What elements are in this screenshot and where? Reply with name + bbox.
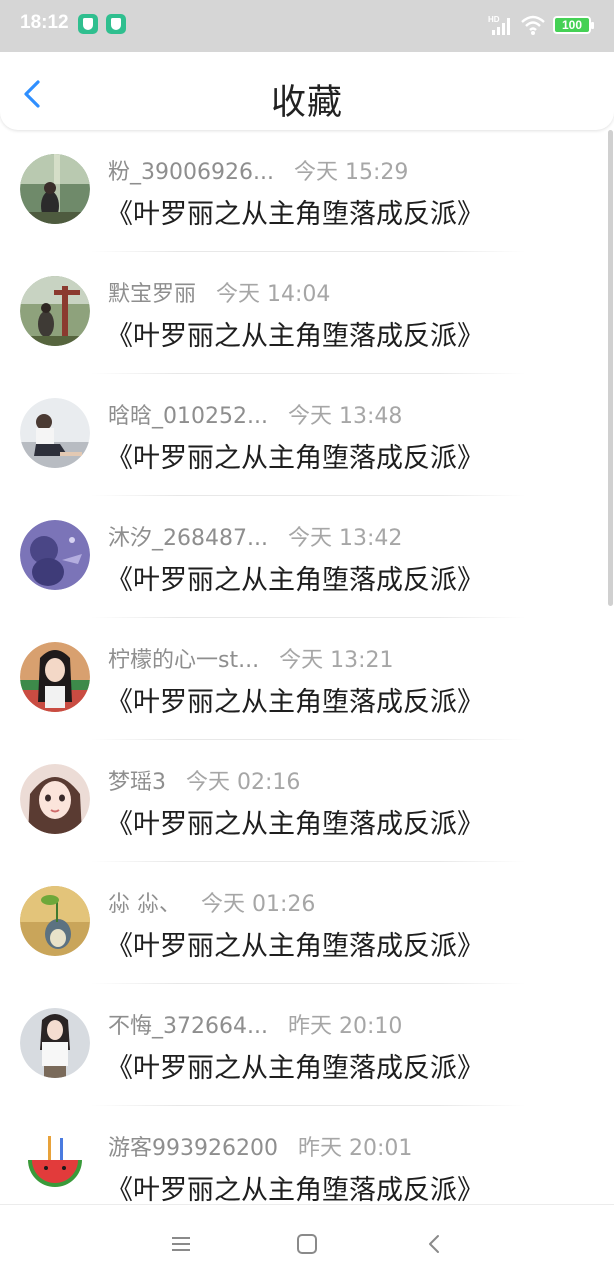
book-title: 《叶罗丽之从主角堕落成反派》 bbox=[106, 687, 484, 718]
timestamp: 昨天 20:01 bbox=[297, 1136, 413, 1161]
list-item[interactable]: 梦瑶3 今天 02:16 《叶罗丽之从主角堕落成反派》 bbox=[0, 740, 614, 862]
user-name: 梦瑶3 bbox=[108, 770, 166, 795]
list-item[interactable]: 沐汐_268487... 今天 13:42 《叶罗丽之从主角堕落成反派》 bbox=[0, 496, 614, 618]
book-title: 《叶罗丽之从主角堕落成反派》 bbox=[106, 199, 484, 230]
book-title: 《叶罗丽之从主角堕落成反派》 bbox=[106, 931, 484, 962]
list-item[interactable]: 晗晗_010252... 今天 13:48 《叶罗丽之从主角堕落成反派》 bbox=[0, 374, 614, 496]
book-title: 《叶罗丽之从主角堕落成反派》 bbox=[106, 1175, 484, 1206]
timestamp: 今天 13:21 bbox=[279, 648, 394, 673]
item-meta: 默宝罗丽 今天 14:04 bbox=[108, 276, 331, 307]
item-meta: 柠檬的心一st... 今天 13:21 bbox=[108, 642, 394, 673]
timestamp: 今天 02:16 bbox=[186, 770, 301, 795]
wifi-icon bbox=[521, 15, 545, 35]
user-name: 不悔_372664... bbox=[108, 1014, 268, 1039]
user-name: 默宝罗丽 bbox=[108, 282, 197, 307]
user-name: 粉_39006926... bbox=[108, 160, 274, 185]
app-header: 收藏 bbox=[0, 52, 614, 130]
list-item[interactable]: 柠檬的心一st... 今天 13:21 《叶罗丽之从主角堕落成反派》 bbox=[0, 618, 614, 740]
item-meta: 尛 尛、 今天 01:26 bbox=[108, 886, 316, 917]
user-avatar[interactable] bbox=[20, 1130, 90, 1200]
book-title: 《叶罗丽之从主角堕落成反派》 bbox=[106, 565, 484, 596]
book-title: 《叶罗丽之从主角堕落成反派》 bbox=[106, 321, 484, 352]
user-avatar[interactable] bbox=[20, 520, 90, 590]
book-title: 《叶罗丽之从主角堕落成反派》 bbox=[106, 809, 484, 840]
user-avatar[interactable] bbox=[20, 886, 90, 956]
item-meta: 晗晗_010252... 今天 13:48 bbox=[108, 398, 403, 429]
favorites-page: 收藏 粉_39006926... 今天 15:29 《叶罗丽之从主角堕落成反派》 bbox=[0, 52, 614, 1280]
list-item[interactable]: 不悔_372664... 昨天 20:10 《叶罗丽之从主角堕落成反派》 bbox=[0, 984, 614, 1106]
item-meta: 沐汐_268487... 今天 13:42 bbox=[108, 520, 403, 551]
user-name: 沐汐_268487... bbox=[108, 526, 268, 551]
status-bar: 18:12 HD 100 bbox=[0, 0, 614, 52]
item-meta: 不悔_372664... 昨天 20:10 bbox=[108, 1008, 403, 1039]
scrollbar[interactable] bbox=[608, 130, 613, 606]
timestamp: 今天 01:26 bbox=[201, 892, 316, 917]
status-time: 18:12 bbox=[20, 12, 69, 33]
user-avatar[interactable] bbox=[20, 764, 90, 834]
list-item[interactable]: 默宝罗丽 今天 14:04 《叶罗丽之从主角堕落成反派》 bbox=[0, 252, 614, 374]
timestamp: 今天 14:04 bbox=[216, 282, 331, 307]
timestamp: 今天 13:48 bbox=[287, 404, 403, 429]
user-avatar[interactable] bbox=[20, 642, 90, 712]
system-nav-bar bbox=[0, 1204, 614, 1280]
user-avatar[interactable] bbox=[20, 154, 90, 224]
list-item[interactable]: 粉_39006926... 今天 15:29 《叶罗丽之从主角堕落成反派》 bbox=[0, 130, 614, 252]
shield-icon bbox=[106, 14, 126, 34]
user-name: 游客993926200 bbox=[108, 1136, 278, 1161]
back-icon[interactable] bbox=[420, 1229, 450, 1259]
user-name: 晗晗_010252... bbox=[108, 404, 268, 429]
page-title: 收藏 bbox=[270, 83, 343, 123]
home-square-icon[interactable] bbox=[292, 1229, 322, 1259]
shield-icon bbox=[78, 14, 98, 34]
item-meta: 梦瑶3 今天 02:16 bbox=[108, 764, 301, 795]
book-title: 《叶罗丽之从主角堕落成反派》 bbox=[106, 1053, 484, 1084]
user-name: 尛 尛、 bbox=[108, 892, 181, 917]
list-item[interactable]: 尛 尛、 今天 01:26 《叶罗丽之从主角堕落成反派》 bbox=[0, 862, 614, 984]
item-meta: 游客993926200 昨天 20:01 bbox=[108, 1130, 413, 1161]
hd-signal-icon: HD bbox=[488, 15, 510, 35]
user-avatar[interactable] bbox=[20, 276, 90, 346]
timestamp: 昨天 20:10 bbox=[287, 1014, 403, 1039]
timestamp: 今天 15:29 bbox=[293, 160, 409, 185]
battery-icon: 100 bbox=[553, 16, 594, 34]
user-avatar[interactable] bbox=[20, 398, 90, 468]
svg-text:HD: HD bbox=[488, 15, 500, 24]
book-title: 《叶罗丽之从主角堕落成反派》 bbox=[106, 443, 484, 474]
user-name: 柠檬的心一st... bbox=[108, 648, 260, 673]
user-avatar[interactable] bbox=[20, 1008, 90, 1078]
item-meta: 粉_39006926... 今天 15:29 bbox=[108, 154, 409, 185]
timestamp: 今天 13:42 bbox=[287, 526, 403, 551]
menu-icon[interactable] bbox=[166, 1229, 196, 1259]
